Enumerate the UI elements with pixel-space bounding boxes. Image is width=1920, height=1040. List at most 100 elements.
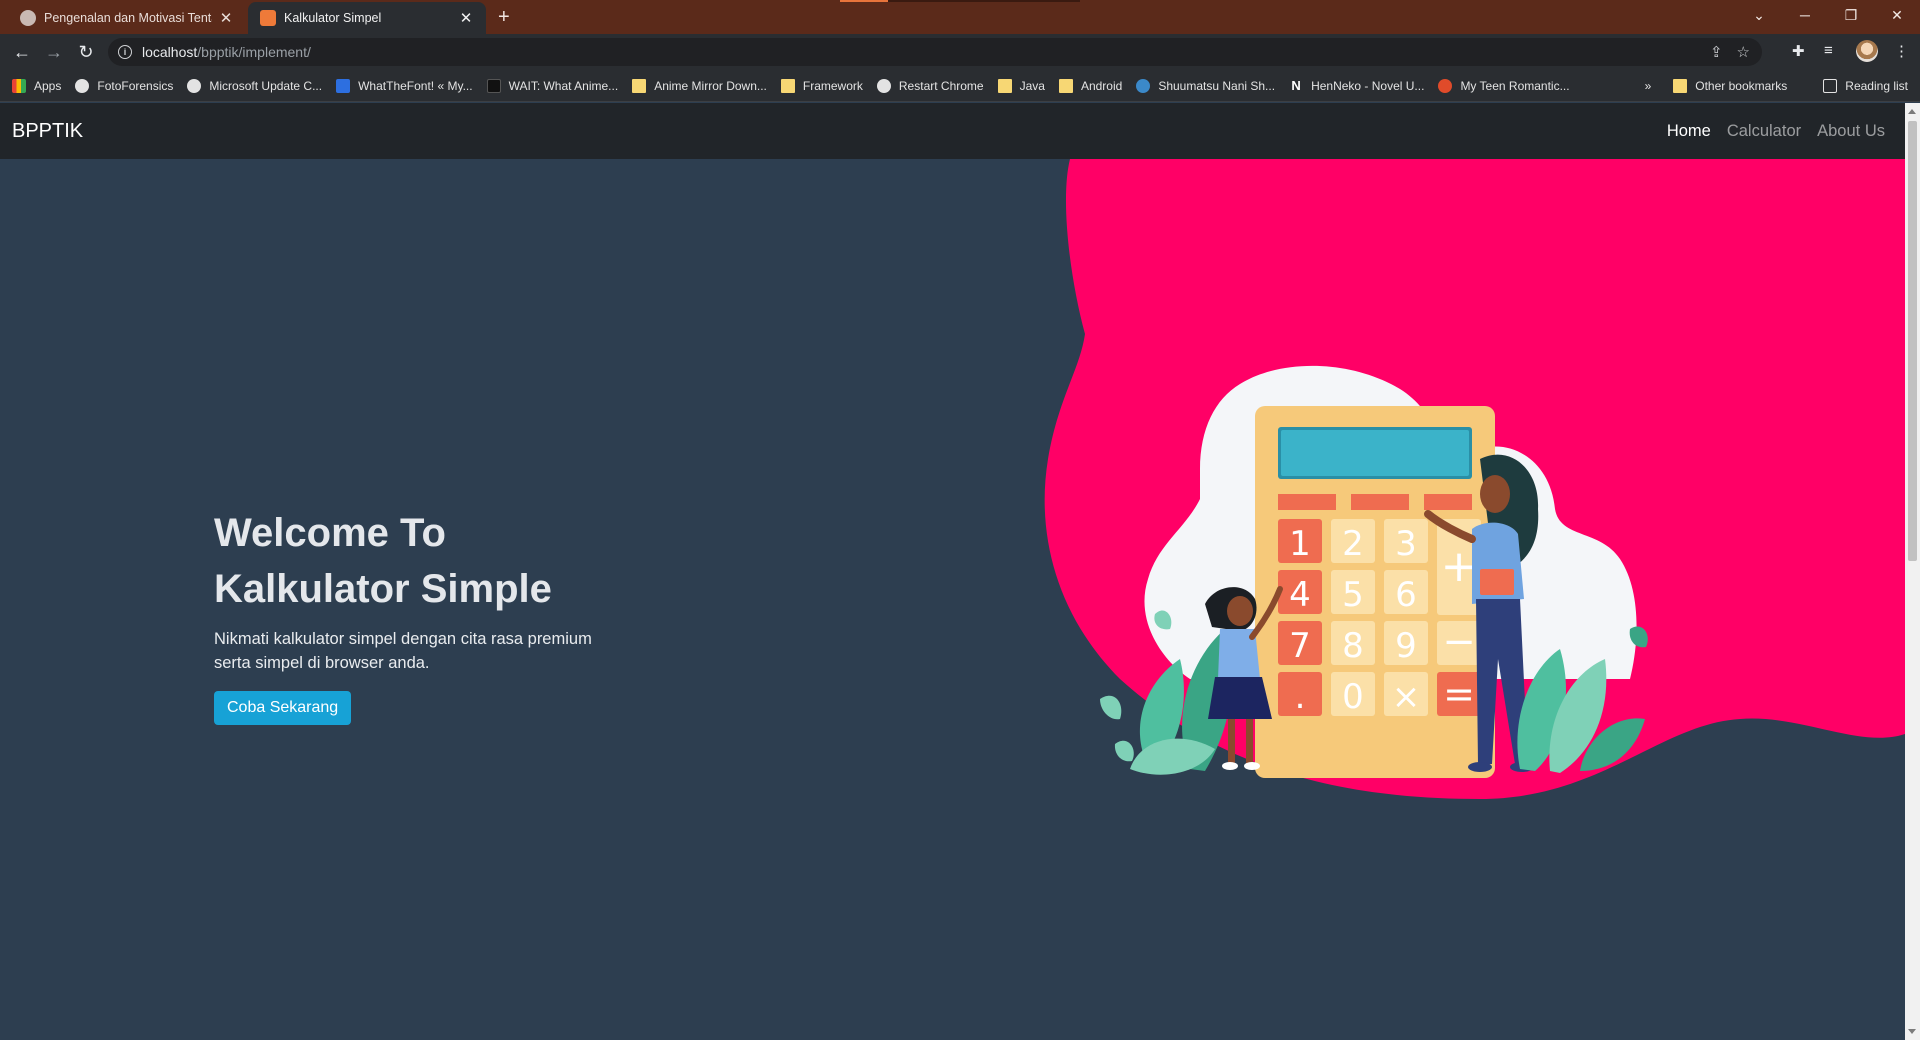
browser-tab-strip: Pengenalan dan Motivasi Tentang ✕ Kalkul…	[0, 0, 1920, 34]
media-queue-icon[interactable]: ≡	[1824, 42, 1833, 59]
tab-search-icon[interactable]: ⌄	[1736, 0, 1782, 30]
more-bookmarks-chevron[interactable]: »	[1645, 79, 1652, 93]
wordpress-icon	[1136, 78, 1151, 93]
address-host: localhost	[142, 44, 198, 60]
bookmark-anime-mirror[interactable]: Anime Mirror Down...	[632, 78, 767, 93]
nav-link-about-us[interactable]: About Us	[1817, 122, 1885, 141]
folder-icon	[1058, 78, 1073, 93]
bookmarks-bar: Apps FotoForensics Microsoft Update C...…	[0, 70, 1920, 102]
hero-title-line1: Welcome To	[214, 511, 446, 555]
restore-button[interactable]: ❐	[1828, 0, 1874, 30]
bookmark-label: Restart Chrome	[898, 78, 984, 93]
bookmark-henneko[interactable]: N HenNeko - Novel U...	[1289, 78, 1425, 93]
bookmark-label: Microsoft Update C...	[209, 78, 323, 93]
tab-title: Kalkulator Simpel	[284, 11, 382, 25]
svg-text:.: .	[1295, 677, 1306, 717]
scroll-down-arrow-icon[interactable]	[1908, 1029, 1916, 1034]
svg-text:×: ×	[1392, 677, 1421, 717]
tab-strip-accent-dark	[888, 0, 1080, 2]
globe-icon	[20, 10, 36, 26]
profile-avatar[interactable]	[1856, 40, 1878, 62]
share-icon[interactable]: ⇪	[1710, 43, 1723, 61]
hero-title: Welcome To Kalkulator Simple	[214, 505, 734, 617]
reload-icon[interactable]: ↻	[72, 38, 100, 66]
menu-kebab-icon[interactable]: ⋮	[1894, 42, 1909, 60]
site-navbar: BPPTIK Home Calculator About Us	[0, 103, 1905, 159]
n-icon: N	[1291, 78, 1301, 93]
hero-section: Welcome To Kalkulator Simple Nikmati kal…	[214, 505, 734, 725]
globe-icon	[876, 78, 891, 93]
site-info-icon[interactable]: i	[118, 45, 132, 59]
bookmark-label: WAIT: What Anime...	[508, 78, 619, 93]
page-viewport: BPPTIK Home Calculator About Us Welcome …	[0, 103, 1905, 1040]
apps-grid-icon	[12, 78, 26, 93]
tab-strip-accent	[840, 0, 888, 2]
folder-icon	[1673, 79, 1688, 93]
new-tab-button[interactable]: +	[498, 6, 510, 29]
folder-icon	[780, 78, 795, 93]
bookmark-my-teen-romantic[interactable]: My Teen Romantic...	[1438, 78, 1570, 93]
svg-text:3: 3	[1395, 524, 1417, 564]
globe-icon	[187, 78, 202, 93]
hero-title-line2: Kalkulator Simple	[214, 567, 552, 611]
browser-tab-pengenalan[interactable]: Pengenalan dan Motivasi Tentang ✕	[8, 2, 246, 34]
reading-list-icon	[1823, 79, 1838, 93]
bookmark-java[interactable]: Java	[997, 78, 1045, 93]
wait-icon	[486, 78, 501, 93]
svg-text:2: 2	[1342, 524, 1364, 564]
bookmark-framework[interactable]: Framework	[780, 78, 863, 93]
bookmark-apps[interactable]: Apps	[12, 78, 62, 93]
bookmark-fotoforensics[interactable]: FotoForensics	[75, 78, 174, 93]
svg-text:4: 4	[1289, 575, 1311, 615]
bookmark-restart-chrome[interactable]: Restart Chrome	[876, 78, 984, 93]
browser-toolbar: ← → ↻ i localhost/bpptik/implement/ ⇪ ☆ …	[0, 34, 1920, 70]
close-window-button[interactable]: ✕	[1874, 0, 1920, 30]
bookmark-shuumatsu[interactable]: Shuumatsu Nani Sh...	[1136, 78, 1276, 93]
navbar-brand[interactable]: BPPTIK	[12, 120, 83, 143]
bookmark-whatthefont[interactable]: WhatTheFont! « My...	[336, 78, 473, 93]
globe-icon	[75, 78, 90, 93]
bookmark-label: WhatTheFont! « My...	[358, 78, 473, 93]
svg-text:9: 9	[1395, 626, 1417, 666]
back-arrow-icon[interactable]: ←	[8, 38, 36, 66]
try-now-button[interactable]: Coba Sekarang	[214, 691, 352, 725]
bookmark-label: Anime Mirror Down...	[654, 78, 767, 93]
bookmark-label: Framework	[802, 78, 863, 93]
bookmark-label: Shuumatsu Nani Sh...	[1158, 78, 1276, 93]
folder-icon	[632, 78, 647, 93]
svg-text:0: 0	[1342, 677, 1364, 717]
bookmark-label: HenNeko - Novel U...	[1311, 78, 1425, 93]
reading-list-label: Reading list	[1845, 79, 1908, 93]
folder-icon	[997, 78, 1012, 93]
bookmark-wait[interactable]: WAIT: What Anime...	[486, 78, 619, 93]
close-tab-icon[interactable]: ✕	[458, 9, 474, 27]
scroll-up-arrow-icon[interactable]	[1908, 109, 1916, 114]
bookmark-label: Android	[1080, 78, 1123, 93]
svg-text:1: 1	[1289, 524, 1311, 564]
bookmark-label: FotoForensics	[97, 78, 174, 93]
reddit-icon	[1438, 78, 1453, 93]
extensions-puzzle-icon[interactable]: ✚	[1792, 42, 1805, 60]
svg-text:6: 6	[1395, 575, 1417, 615]
minimize-button[interactable]: ─	[1782, 0, 1828, 30]
bookmark-microsoft-update[interactable]: Microsoft Update C...	[187, 78, 323, 93]
forward-arrow-icon[interactable]: →	[40, 38, 68, 66]
bookmark-android[interactable]: Android	[1058, 78, 1123, 93]
other-bookmarks[interactable]: Other bookmarks	[1673, 79, 1787, 93]
calculator-illustration: 1 2 3 4 5 6 7 8 9 . 0 × + − =	[1044, 159, 1905, 799]
scrollbar-thumb[interactable]	[1908, 121, 1917, 561]
browser-tab-kalkulator[interactable]: Kalkulator Simpel ✕	[248, 2, 486, 34]
xampp-icon	[260, 10, 276, 26]
page-scrollbar[interactable]	[1905, 103, 1920, 1040]
svg-text:5: 5	[1342, 575, 1364, 615]
svg-text:7: 7	[1289, 626, 1311, 666]
bookmark-star-icon[interactable]: ☆	[1737, 43, 1750, 61]
address-bar[interactable]: i localhost/bpptik/implement/ ⇪ ☆	[108, 38, 1762, 66]
nav-link-calculator[interactable]: Calculator	[1727, 122, 1801, 141]
navbar-links: Home Calculator About Us	[1667, 122, 1885, 141]
reading-list[interactable]: Reading list	[1823, 79, 1908, 93]
bookmark-label: Apps	[34, 78, 62, 93]
close-tab-icon[interactable]: ✕	[218, 9, 234, 27]
nav-link-home[interactable]: Home	[1667, 122, 1711, 141]
bookmark-label: Java	[1019, 78, 1045, 93]
